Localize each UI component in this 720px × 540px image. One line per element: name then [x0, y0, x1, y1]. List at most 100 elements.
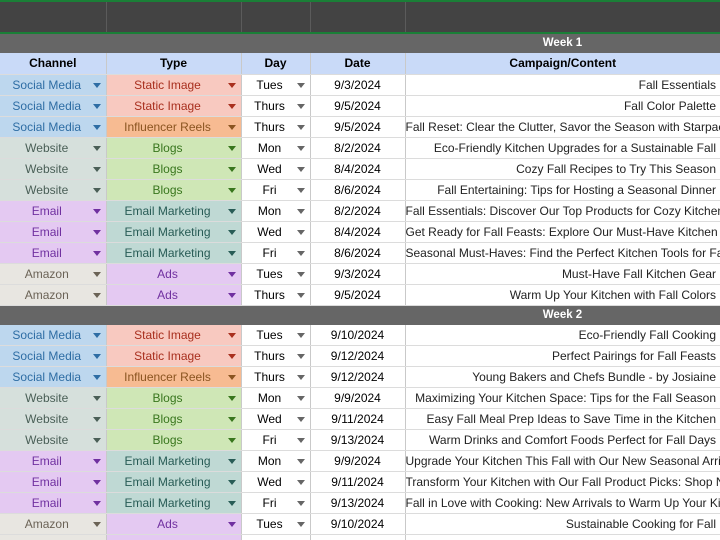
date-cell[interactable]: 9/5/2024 [310, 284, 406, 306]
column-header-day[interactable]: Day [241, 53, 311, 75]
channel-cell[interactable]: Amazon [0, 513, 107, 535]
table-row[interactable]: Email Email Marketing Wed 8/4/2024 Get Ready… [0, 221, 720, 243]
day-cell[interactable]: Thurs [241, 284, 311, 306]
campaign-cell[interactable]: Young Bakers and Chefs Bundle - by Josia… [405, 366, 720, 388]
day-cell[interactable]: Tues [241, 263, 311, 285]
chevron-down-icon[interactable] [92, 229, 101, 235]
channel-cell[interactable]: Website [0, 387, 107, 409]
date-cell[interactable]: 8/2/2024 [310, 137, 406, 159]
date-cell[interactable]: 9/12/2024 [310, 534, 406, 540]
day-cell[interactable]: Tues [241, 74, 311, 96]
type-cell[interactable]: Ads [106, 534, 242, 540]
type-cell[interactable]: Blogs [106, 158, 242, 180]
channel-cell[interactable]: Social Media [0, 74, 107, 96]
type-cell[interactable]: Email Marketing [106, 242, 242, 264]
chevron-down-icon[interactable] [227, 332, 236, 338]
type-cell[interactable]: Email Marketing [106, 221, 242, 243]
chevron-down-icon[interactable] [92, 396, 101, 401]
column-header-date[interactable]: Date [310, 53, 406, 75]
chevron-down-icon[interactable] [296, 396, 305, 401]
chevron-down-icon[interactable] [92, 166, 101, 172]
chevron-down-icon[interactable] [92, 438, 101, 443]
type-cell[interactable]: Email Marketing [106, 492, 242, 514]
day-cell[interactable]: Wed [241, 471, 311, 493]
chevron-down-icon[interactable] [227, 501, 236, 506]
campaign-cell[interactable]: The Ultimate Fall Feast Companion [405, 534, 720, 540]
chevron-down-icon[interactable] [92, 501, 101, 506]
chevron-down-icon[interactable] [92, 332, 101, 338]
type-cell[interactable]: Ads [106, 513, 242, 535]
campaign-cell[interactable]: Warm Up Your Kitchen with Fall Colors [405, 284, 720, 306]
date-cell[interactable]: 8/4/2024 [310, 221, 406, 243]
table-row[interactable]: AmazonAdsThurs9/12/2024The Ultimate Fall… [0, 534, 720, 540]
date-cell[interactable]: 9/11/2024 [310, 471, 406, 493]
channel-cell[interactable]: Social Media [0, 345, 107, 367]
chevron-down-icon[interactable] [296, 417, 305, 422]
chevron-down-icon[interactable] [227, 375, 236, 380]
date-cell[interactable]: 8/2/2024 [310, 200, 406, 222]
date-cell[interactable]: 9/9/2024 [310, 387, 406, 409]
campaign-cell[interactable]: Fall Color Palette [405, 95, 720, 117]
chevron-down-icon[interactable] [227, 459, 236, 464]
top-banner-row[interactable] [0, 0, 720, 34]
day-cell[interactable]: Fri [241, 492, 311, 514]
column-header-campaign-content[interactable]: Campaign/Content [405, 53, 720, 75]
channel-cell[interactable]: Website [0, 137, 107, 159]
table-row[interactable]: Email Email Marketing Fri 8/6/2024 Seasonal … [0, 242, 720, 264]
chevron-down-icon[interactable] [92, 354, 101, 359]
campaign-cell[interactable]: Sustainable Cooking for Fall [405, 513, 720, 535]
date-cell[interactable]: 9/5/2024 [310, 95, 406, 117]
table-row[interactable]: Website Blogs Mon 8/2/2024 Eco-Friendly Kitc… [0, 137, 720, 159]
chevron-down-icon[interactable] [227, 417, 236, 422]
table-row[interactable]: Website Blogs Fri 9/13/2024 Warm Drinks and … [0, 429, 720, 451]
chevron-down-icon[interactable] [92, 82, 101, 88]
campaign-cell[interactable]: Fall Reset: Clear the Clutter, Savor the… [405, 116, 720, 138]
day-cell[interactable]: Thurs [241, 116, 311, 138]
type-cell[interactable]: Blogs [106, 137, 242, 159]
channel-cell[interactable]: Website [0, 408, 107, 430]
channel-cell[interactable]: Website [0, 158, 107, 180]
column-header-type[interactable]: Type [106, 53, 242, 75]
table-row[interactable]: Amazon Ads Thurs 9/5/2024 Warm Up Your Kitch… [0, 284, 720, 306]
date-cell[interactable]: 9/5/2024 [310, 116, 406, 138]
chevron-down-icon[interactable] [296, 271, 305, 277]
day-cell[interactable]: Mon [241, 137, 311, 159]
channel-cell[interactable]: Website [0, 179, 107, 201]
campaign-cell[interactable]: Upgrade Your Kitchen This Fall with Our … [405, 450, 720, 472]
table-row[interactable]: Website Blogs Wed 8/4/2024 Cozy Fall Recipes… [0, 158, 720, 180]
date-cell[interactable]: 9/9/2024 [310, 450, 406, 472]
type-cell[interactable]: Influencer Reels [106, 366, 242, 388]
campaign-cell[interactable]: Get Ready for Fall Feasts: Explore Our M… [405, 221, 720, 243]
channel-cell[interactable]: Amazon [0, 284, 107, 306]
chevron-down-icon[interactable] [227, 292, 236, 298]
channel-cell[interactable]: Website [0, 429, 107, 451]
day-cell[interactable]: Thurs [241, 534, 311, 540]
channel-cell[interactable]: Amazon [0, 534, 107, 540]
day-cell[interactable]: Wed [241, 408, 311, 430]
channel-cell[interactable]: Email [0, 200, 107, 222]
chevron-down-icon[interactable] [296, 103, 305, 109]
channel-cell[interactable]: Social Media [0, 324, 107, 346]
chevron-down-icon[interactable] [296, 187, 305, 193]
chevron-down-icon[interactable] [296, 208, 305, 214]
chevron-down-icon[interactable] [227, 354, 236, 359]
channel-cell[interactable]: Email [0, 221, 107, 243]
chevron-down-icon[interactable] [227, 438, 236, 443]
channel-cell[interactable]: Amazon [0, 263, 107, 285]
chevron-down-icon[interactable] [296, 145, 305, 151]
date-cell[interactable]: 9/3/2024 [310, 263, 406, 285]
chevron-down-icon[interactable] [296, 292, 305, 298]
type-cell[interactable]: Influencer Reels [106, 116, 242, 138]
type-cell[interactable]: Blogs [106, 408, 242, 430]
day-cell[interactable]: Fri [241, 242, 311, 264]
chevron-down-icon[interactable] [296, 82, 305, 88]
chevron-down-icon[interactable] [227, 166, 236, 172]
chevron-down-icon[interactable] [227, 480, 236, 485]
type-cell[interactable]: Static Image [106, 345, 242, 367]
date-cell[interactable]: 8/6/2024 [310, 242, 406, 264]
campaign-cell[interactable]: Maximizing Your Kitchen Space: Tips for … [405, 387, 720, 409]
chevron-down-icon[interactable] [92, 187, 101, 193]
chevron-down-icon[interactable] [227, 145, 236, 151]
day-cell[interactable]: Mon [241, 450, 311, 472]
table-row[interactable]: Social Media Static Image Tues 9/10/2024 Eco… [0, 324, 720, 346]
